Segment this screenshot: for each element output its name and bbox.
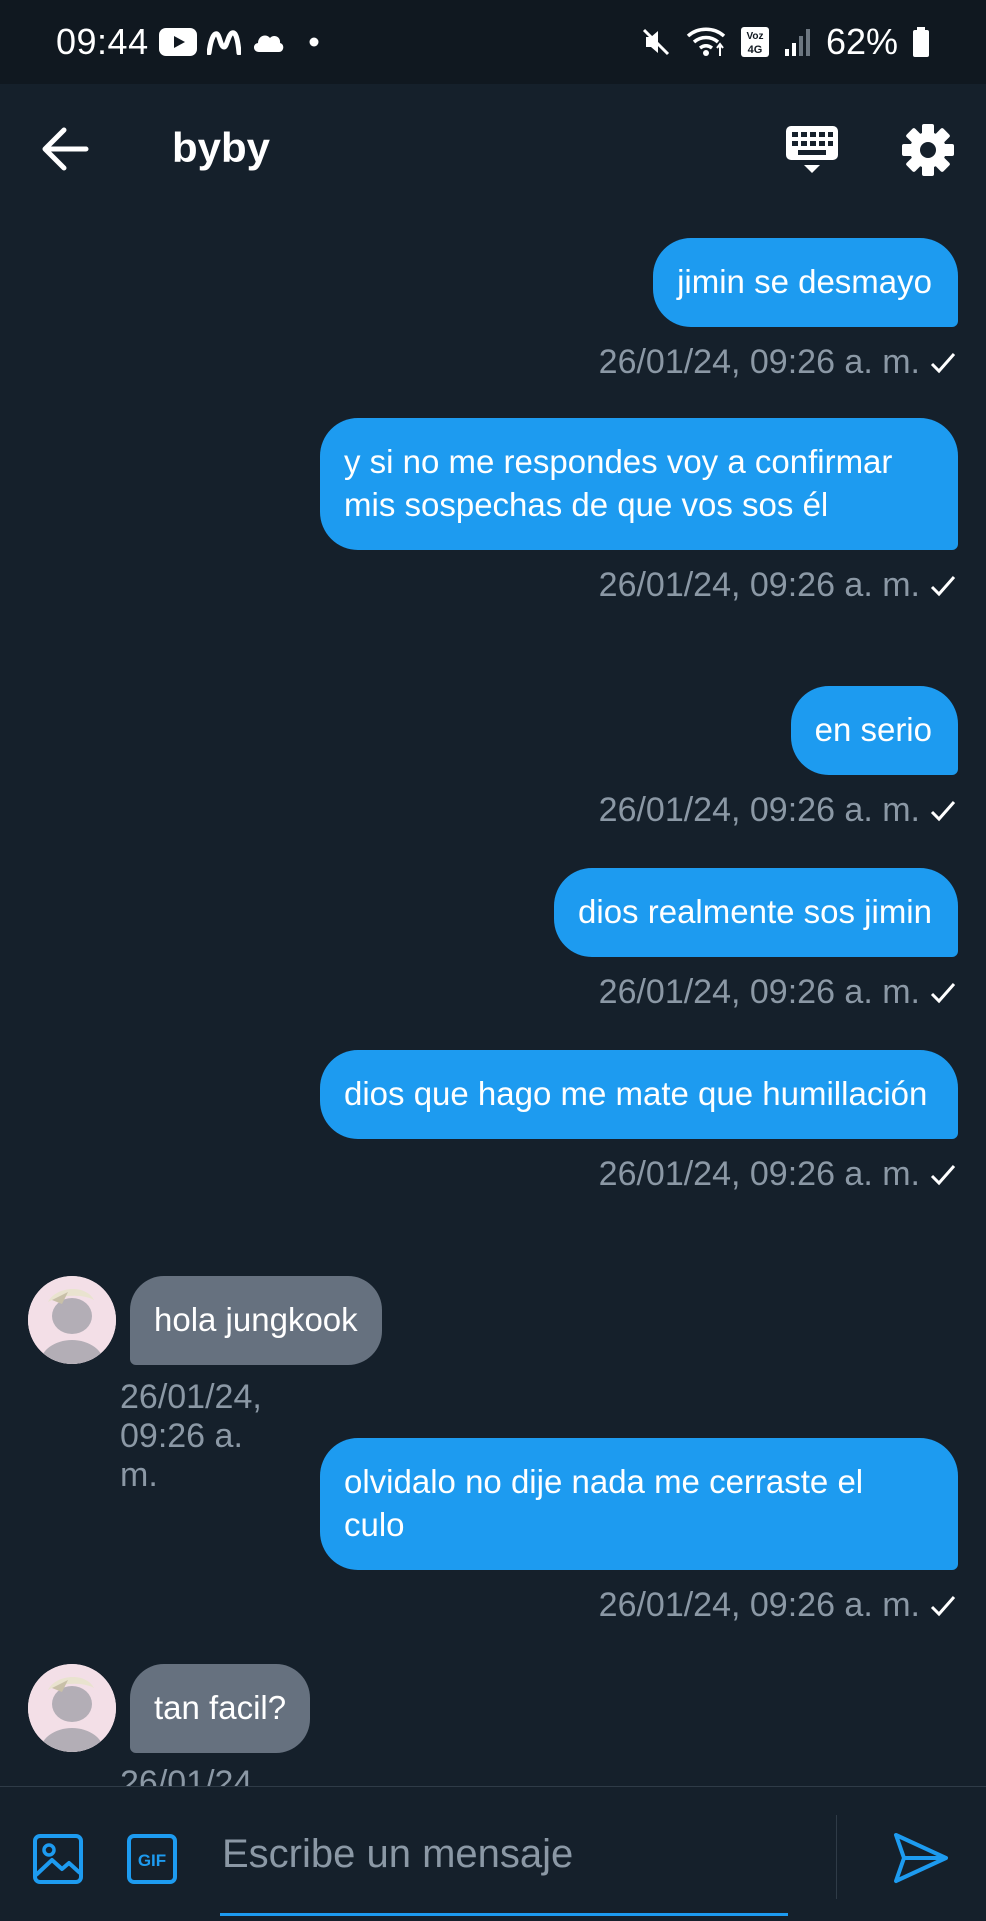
input-underline bbox=[220, 1913, 788, 1916]
gif-icon: GIF bbox=[127, 1834, 177, 1884]
message-bubble[interactable]: hola jungkook bbox=[130, 1276, 382, 1365]
back-arrow-icon bbox=[42, 127, 89, 171]
status-left-group: 09:44 bbox=[56, 21, 319, 63]
keyboard-icon bbox=[786, 126, 838, 173]
add-image-button[interactable] bbox=[32, 1833, 84, 1885]
message-timestamp: 26/01/24, 09:26 a. m. bbox=[598, 1586, 920, 1624]
message-meta: 26/01/24, 09:26 a. m. bbox=[599, 566, 958, 605]
svg-text:Voz: Voz bbox=[746, 31, 763, 42]
message-bubble[interactable]: dios realmente sos jimin bbox=[554, 868, 958, 957]
status-right-group: Voz 4G 62% bbox=[640, 21, 930, 63]
message-bubble[interactable]: jimin se desmayo bbox=[653, 238, 958, 327]
battery-percent: 62% bbox=[825, 21, 898, 62]
volte-icon: Voz 4G bbox=[740, 26, 770, 58]
message-timestamp: 26/01/24, 09:26 a. m. bbox=[598, 566, 920, 604]
sent-check-icon bbox=[930, 352, 956, 373]
message-timestamp: 26/01/24, 09:26 a. m. bbox=[598, 973, 920, 1011]
send-icon bbox=[894, 1833, 948, 1883]
message-timestamp: 26/01/24, 09:26 a. m. bbox=[598, 1155, 920, 1193]
message-outgoing[interactable]: en serio 26/01/24, 09:26 a. m. bbox=[599, 686, 958, 830]
youtube-icon bbox=[158, 28, 197, 56]
image-icon bbox=[33, 1834, 83, 1884]
cloud-icon bbox=[251, 30, 285, 54]
sent-check-icon bbox=[930, 800, 956, 821]
avatar[interactable] bbox=[28, 1276, 116, 1364]
message-bubble[interactable]: y si no me respondes voy a confirmar mis… bbox=[320, 418, 958, 550]
sent-check-icon bbox=[930, 1164, 956, 1185]
message-bubble[interactable]: dios que hago me mate que humillación bbox=[320, 1050, 958, 1139]
avatar-image bbox=[28, 1664, 116, 1752]
chat-header: byby bbox=[0, 84, 986, 214]
sent-check-icon bbox=[930, 1595, 956, 1616]
message-bubble[interactable]: olvidalo no dije nada me cerraste el cul… bbox=[320, 1438, 958, 1570]
battery-icon bbox=[912, 26, 930, 58]
keyboard-button[interactable] bbox=[784, 122, 840, 178]
status-time: 09:44 bbox=[56, 21, 149, 62]
message-outgoing[interactable]: dios realmente sos jimin 26/01/24, 09:26… bbox=[554, 868, 958, 1012]
wifi-icon bbox=[686, 26, 726, 58]
avatar-image bbox=[28, 1276, 116, 1364]
sent-check-icon bbox=[930, 982, 956, 1003]
message-bubble[interactable]: en serio bbox=[790, 686, 958, 775]
mute-icon bbox=[640, 26, 672, 58]
message-timestamp: 26/01/24, 09:26 a. m. bbox=[120, 1764, 262, 1786]
message-outgoing[interactable]: jimin se desmayo 26/01/24, 09:26 a. m. bbox=[599, 238, 958, 382]
message-meta: 26/01/24, 09:26 a. m. bbox=[599, 973, 958, 1012]
message-list[interactable]: jimin se desmayo 26/01/24, 09:26 a. m. y… bbox=[0, 214, 986, 1786]
settings-gear-icon bbox=[902, 124, 954, 176]
svg-text:4G: 4G bbox=[748, 44, 763, 56]
settings-button[interactable] bbox=[900, 122, 956, 178]
message-timestamp: 26/01/24, 09:26 a. m. bbox=[598, 343, 920, 381]
message-outgoing[interactable]: y si no me respondes voy a confirmar mis… bbox=[320, 418, 958, 605]
message-meta: 26/01/24, 09:26 a. m. bbox=[599, 1155, 958, 1194]
back-button[interactable] bbox=[40, 126, 92, 172]
avatar[interactable] bbox=[28, 1664, 116, 1752]
gif-label: GIF bbox=[138, 1851, 166, 1870]
message-composer: GIF bbox=[0, 1786, 986, 1921]
message-outgoing[interactable]: olvidalo no dije nada me cerraste el cul… bbox=[320, 1438, 958, 1625]
message-bubble[interactable]: tan facil? bbox=[130, 1664, 311, 1753]
status-bar: 09:44 Voz 4G 62% bbox=[0, 0, 986, 84]
message-meta: 26/01/24, 09:26 a. m. bbox=[599, 791, 958, 830]
message-input[interactable] bbox=[220, 1817, 794, 1891]
composer-divider bbox=[836, 1815, 837, 1899]
message-timestamp: 26/01/24, 09:26 a. m. bbox=[598, 791, 920, 829]
sent-check-icon bbox=[930, 575, 956, 596]
signal-icon bbox=[784, 27, 812, 57]
conversation-title: byby bbox=[172, 124, 271, 171]
add-gif-button[interactable]: GIF bbox=[126, 1833, 178, 1885]
send-button[interactable] bbox=[892, 1831, 950, 1885]
movistar-icon bbox=[206, 29, 241, 55]
message-timestamp: 26/01/24, 09:26 a. m. bbox=[120, 1378, 262, 1494]
notification-dot-icon bbox=[309, 37, 319, 47]
message-outgoing[interactable]: dios que hago me mate que humillación 26… bbox=[320, 1050, 958, 1194]
message-meta: 26/01/24, 09:26 a. m. bbox=[599, 1586, 958, 1625]
message-meta: 26/01/24, 09:26 a. m. bbox=[599, 343, 958, 382]
